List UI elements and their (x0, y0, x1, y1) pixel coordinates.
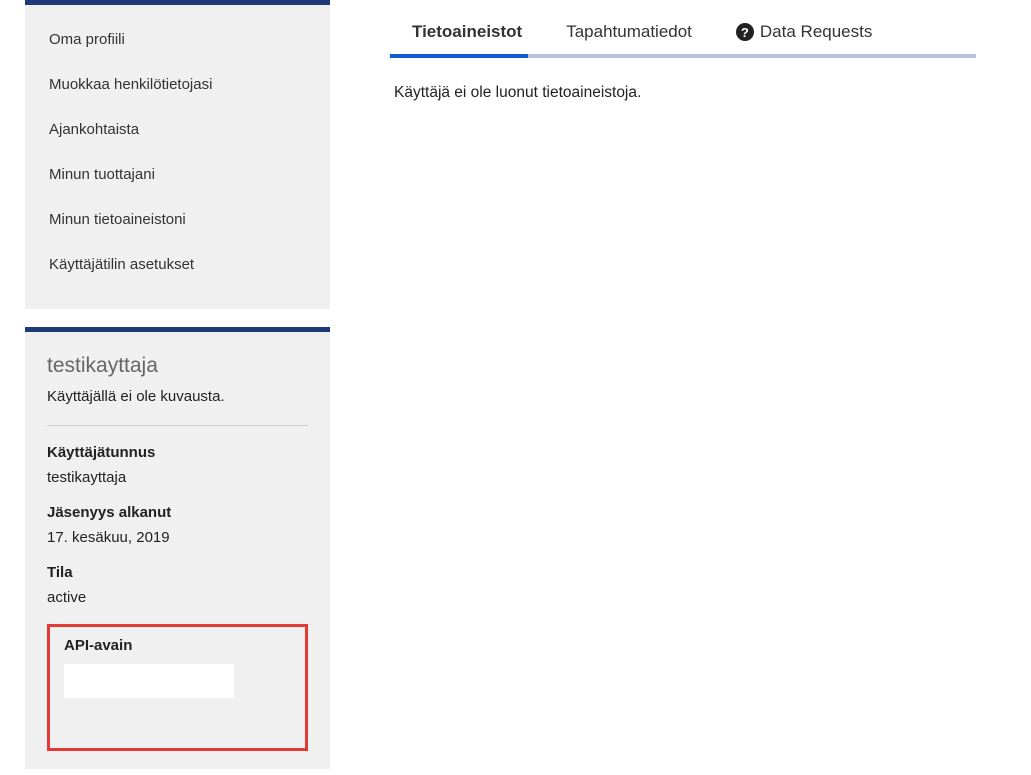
user-info-box: testikayttaja Käyttäjällä ei ole kuvaust… (25, 327, 330, 769)
active-tab-indicator (390, 54, 528, 58)
member-since-label: Jäsenyys alkanut (47, 504, 308, 521)
state-value: active (47, 589, 308, 606)
member-since-block: Jäsenyys alkanut 17. kesäkuu, 2019 (47, 504, 308, 546)
main-content: Tietoaineistot Tapahtumatiedot ? Data Re… (390, 0, 1031, 769)
user-title: testikayttaja (47, 354, 308, 378)
nav-item-my-profile[interactable]: Oma profiili (25, 17, 330, 62)
user-description: Käyttäjällä ei ole kuvausta. (47, 388, 308, 426)
tab-datasets[interactable]: Tietoaineistot (390, 12, 544, 54)
state-label: Tila (47, 564, 308, 581)
api-key-field[interactable] (64, 664, 234, 698)
tab-activity-label: Tapahtumatiedot (566, 22, 692, 42)
tab-activity[interactable]: Tapahtumatiedot (544, 12, 714, 54)
tab-data-requests[interactable]: ? Data Requests (714, 12, 894, 54)
tab-datasets-label: Tietoaineistot (412, 22, 522, 42)
api-key-highlight: API-avain (47, 624, 308, 751)
nav-item-account-settings[interactable]: Käyttäjätilin asetukset (25, 242, 330, 287)
api-key-label: API-avain (64, 637, 291, 654)
sidebar: Oma profiili Muokkaa henkilötietojasi Aj… (0, 0, 330, 769)
member-since-value: 17. kesäkuu, 2019 (47, 529, 308, 546)
nav-item-edit-personal[interactable]: Muokkaa henkilötietojasi (25, 62, 330, 107)
username-value: testikayttaja (47, 469, 308, 486)
nav-item-news[interactable]: Ajankohtaista (25, 107, 330, 152)
nav-item-my-producers[interactable]: Minun tuottajani (25, 152, 330, 197)
username-block: Käyttäjätunnus testikayttaja (47, 444, 308, 486)
state-block: Tila active (47, 564, 308, 606)
sidebar-nav: Oma profiili Muokkaa henkilötietojasi Aj… (25, 0, 330, 309)
question-circle-icon: ? (736, 23, 754, 41)
empty-datasets-message: Käyttäjä ei ole luonut tietoaineistoja. (390, 84, 976, 102)
tab-data-requests-label: Data Requests (760, 22, 872, 42)
tabs-bar: Tietoaineistot Tapahtumatiedot ? Data Re… (390, 12, 976, 58)
nav-item-my-datasets[interactable]: Minun tietoaineistoni (25, 197, 330, 242)
username-label: Käyttäjätunnus (47, 444, 308, 461)
